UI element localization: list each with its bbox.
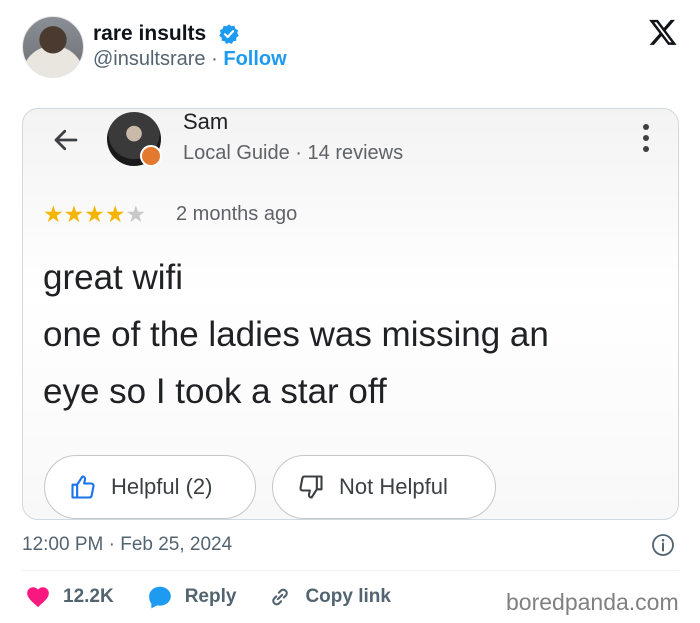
author-avatar[interactable] (22, 16, 84, 78)
reply-bubble-icon (148, 586, 171, 609)
reply-button[interactable]: Reply (147, 584, 237, 610)
heart-icon (27, 587, 49, 608)
star-filled-icon: ★ (104, 202, 126, 228)
local-guide-badge-icon (140, 145, 162, 167)
author-display-name[interactable]: rare insults (93, 22, 206, 46)
watermark: boredpanda.com (506, 589, 679, 615)
like-count: 12.2K (63, 586, 114, 607)
copy-link-label: Copy link (305, 586, 391, 607)
thumbs-up-icon (71, 475, 95, 499)
helpful-label: Helpful (2) (111, 474, 213, 499)
tweet-timestamp[interactable]: 12:00 PM · Feb 25, 2024 (22, 534, 232, 556)
like-button[interactable]: 12.2K (25, 584, 114, 610)
review-line: great wifi (43, 258, 184, 297)
divider (22, 570, 679, 571)
handle-separator: · (211, 48, 218, 70)
review-screenshot-card[interactable]: Sam Local Guide · 14 reviews ★ ★ ★ ★ ★ 2 mon… (22, 108, 679, 520)
back-arrow-icon (54, 129, 78, 151)
info-icon[interactable] (651, 533, 675, 557)
link-icon (272, 588, 289, 606)
copy-link-button[interactable]: Copy link (267, 584, 391, 610)
review-line: eye so I took a star off (43, 372, 387, 411)
verified-badge-icon (219, 24, 239, 44)
not-helpful-button: Not Helpful (272, 455, 496, 519)
reviewer-name: Sam (183, 109, 229, 134)
star-filled-icon: ★ (63, 202, 85, 228)
star-filled-icon: ★ (43, 202, 64, 228)
review-time-ago: 2 months ago (176, 203, 298, 225)
follow-button[interactable]: Follow (223, 48, 286, 70)
tweet-actions: 12.2K Reply Copy link (25, 584, 391, 610)
helpful-button: Helpful (2) (44, 455, 256, 519)
review-line: one of the ladies was missing an (43, 315, 549, 354)
author-handle[interactable]: @insultsrare (93, 48, 206, 70)
review-text: great wifi one of the ladies was missing… (43, 249, 673, 420)
reviewer-meta: Local Guide · 14 reviews (183, 142, 404, 164)
star-rating: ★ ★ ★ ★ ★ (43, 203, 146, 227)
reply-label: Reply (184, 586, 237, 607)
x-logo-icon[interactable] (648, 17, 678, 47)
star-filled-icon: ★ (84, 202, 105, 228)
not-helpful-label: Not Helpful (339, 474, 448, 499)
author-handle-row: @insultsrare · Follow (93, 48, 287, 71)
thumbs-down-icon (299, 475, 323, 499)
tweet: rare insults @insultsrare · Follow Sam L… (0, 0, 700, 623)
more-options-icon (643, 124, 649, 152)
star-empty-icon: ★ (125, 202, 147, 228)
